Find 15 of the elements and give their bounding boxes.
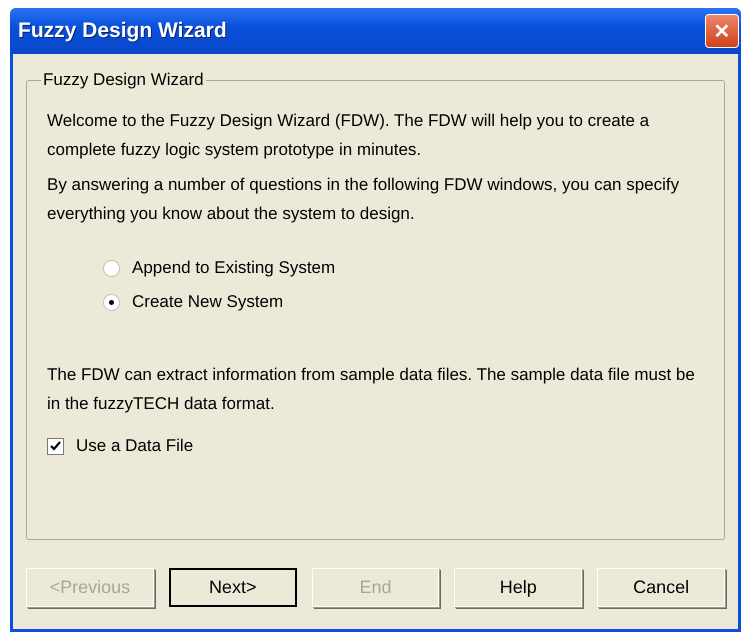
dialog-button[interactable]: Cancel bbox=[597, 568, 725, 607]
check-icon bbox=[50, 440, 61, 452]
dialog-button[interactable]: Next> bbox=[168, 568, 297, 607]
radio-label[interactable]: Create New System bbox=[132, 292, 284, 312]
checkbox[interactable] bbox=[47, 438, 64, 454]
dialog-button[interactable]: Help bbox=[454, 568, 582, 607]
group-title: Fuzzy Design Wizard bbox=[42, 70, 205, 90]
data-note-text: The FDW can extract information from sample data files. The sample data file must be in the fuzzyTECH data format. bbox=[47, 364, 696, 415]
window-title: Fuzzy Design Wizard bbox=[18, 19, 227, 43]
checkbox-label[interactable]: Use a Data File bbox=[76, 436, 194, 456]
radio-label[interactable]: Append to Existing System bbox=[132, 258, 336, 278]
intro-text: Welcome to the Fuzzy Design Wizard (FDW). The FDW will help you to create a complete fuzzy logic system prototype in minutes. bbox=[47, 110, 650, 161]
radio-button[interactable] bbox=[103, 294, 120, 310]
intro-text: By answering a number of questions in the following FDW windows, you can specify everything you know about the system to design. bbox=[47, 174, 680, 225]
radio-button[interactable] bbox=[103, 260, 120, 276]
